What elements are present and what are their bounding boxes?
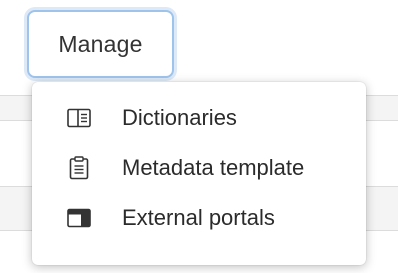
dictionary-icon <box>66 105 92 131</box>
menu-item-external-portals[interactable]: External portals <box>32 193 366 243</box>
menu-item-metadata-template[interactable]: Metadata template <box>32 143 366 193</box>
menu-item-label: Dictionaries <box>122 105 237 130</box>
manage-dropdown-menu: Dictionaries Metadata template External … <box>32 82 366 265</box>
manage-button[interactable]: Manage <box>27 10 174 78</box>
menu-item-dictionaries[interactable]: Dictionaries <box>32 93 366 143</box>
clipboard-icon <box>66 155 92 181</box>
portal-icon <box>66 205 92 231</box>
manage-button-label: Manage <box>58 30 143 57</box>
menu-item-label: External portals <box>122 205 275 230</box>
menu-item-label: Metadata template <box>122 155 305 180</box>
